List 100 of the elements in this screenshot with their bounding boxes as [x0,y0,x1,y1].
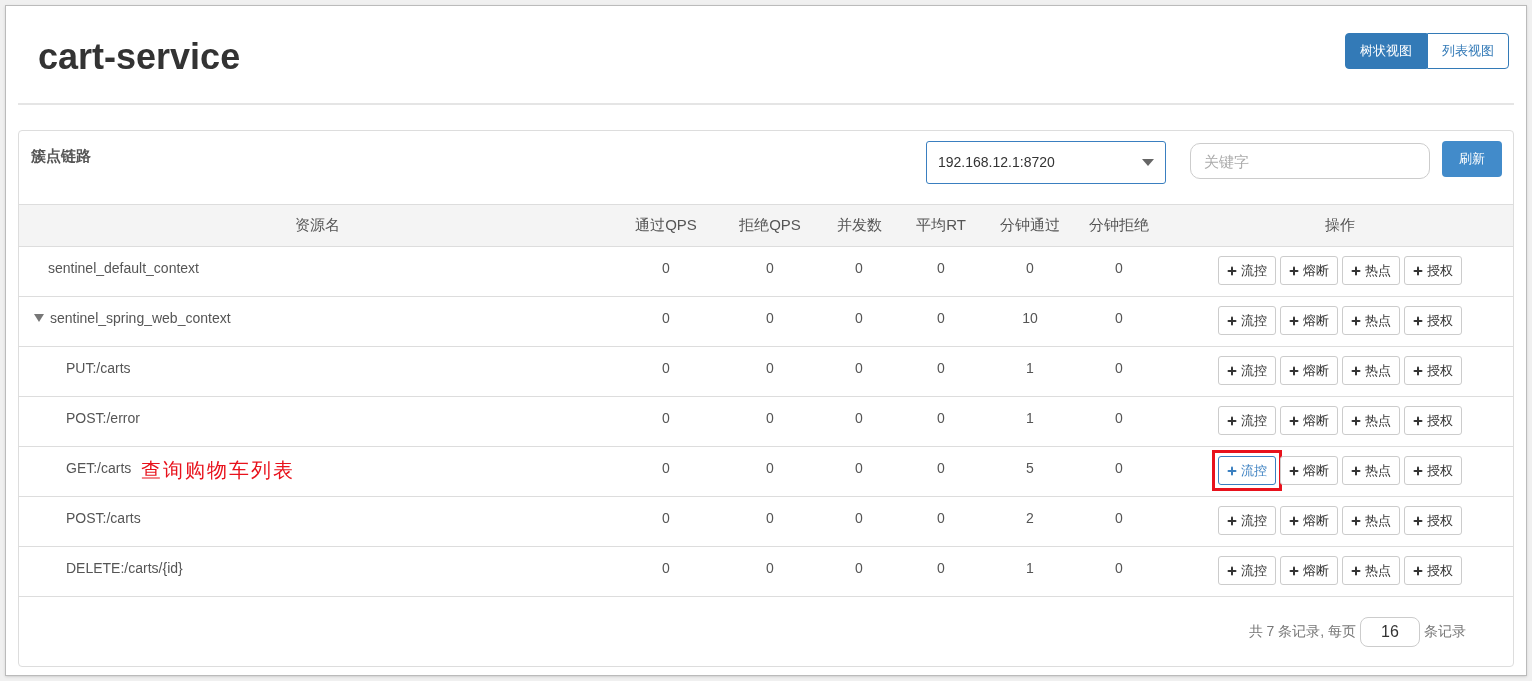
plus-icon [1412,514,1424,527]
metric-value: 0 [937,359,945,378]
metric-value: 0 [1115,409,1123,428]
metric-value: 0 [855,309,863,328]
metric-value: 2 [1026,509,1034,528]
metric-value: 0 [766,509,774,528]
action-button[interactable]: 流控 [1217,306,1276,335]
metric-value: 0 [766,459,774,478]
action-button[interactable]: 热点 [1341,256,1400,285]
action-button[interactable]: 授权 [1403,456,1462,485]
plus-icon [1350,464,1362,477]
action-button[interactable]: 授权 [1403,406,1462,435]
plus-icon [1226,464,1238,477]
metric-value: 0 [937,409,945,428]
page-size-field[interactable]: 16 [1360,616,1420,647]
action-button[interactable]: 热点 [1341,456,1400,485]
plus-icon [1288,314,1300,327]
column-header: 分钟通过 [1000,215,1060,236]
metric-value: 0 [662,559,670,578]
action-button[interactable]: 熔断 [1279,456,1338,485]
plus-icon [1412,464,1424,477]
action-button[interactable]: 熔断 [1279,506,1338,535]
action-button[interactable]: 热点 [1341,356,1400,385]
metric-value: 0 [662,259,670,278]
metric-value: 0 [662,359,670,378]
metric-value: 0 [1115,509,1123,528]
metric-value: 1 [1026,409,1034,428]
resource-name: sentinel_spring_web_context [50,309,231,328]
plus-icon [1350,414,1362,427]
plus-icon [1350,564,1362,577]
metric-value: 0 [855,359,863,378]
action-button[interactable]: 热点 [1341,556,1400,585]
action-button[interactable]: 流控 [1217,406,1276,435]
plus-icon [1288,564,1300,577]
metric-value: 0 [855,409,863,428]
plus-icon [1288,464,1300,477]
plus-icon [1288,414,1300,427]
plus-icon [1350,364,1362,377]
plus-icon [1350,514,1362,527]
action-button[interactable]: 流控 [1217,456,1276,485]
view-tab[interactable]: 树状视图 [1345,32,1427,69]
plus-icon [1288,264,1300,277]
action-button[interactable]: 流控 [1217,556,1276,585]
metric-value: 0 [855,259,863,278]
metric-value: 0 [766,359,774,378]
page-title: cart-service [38,34,241,79]
action-button[interactable]: 授权 [1403,306,1462,335]
action-button[interactable]: 熔断 [1279,556,1338,585]
metric-value: 0 [1115,559,1123,578]
column-header: 资源名 [295,215,340,236]
metric-value: 0 [937,259,945,278]
metric-value: 0 [766,259,774,278]
column-header: 平均RT [916,215,966,236]
column-header: 通过QPS [635,215,697,236]
action-button[interactable]: 授权 [1403,356,1462,385]
action-button[interactable]: 流控 [1217,256,1276,285]
action-button[interactable]: 熔断 [1279,256,1338,285]
action-button[interactable]: 热点 [1341,406,1400,435]
machine-select[interactable]: 192.168.12.1:8720 [926,141,1166,184]
view-tab[interactable]: 列表视图 [1427,32,1509,69]
action-button[interactable]: 授权 [1403,506,1462,535]
action-button[interactable]: 熔断 [1279,306,1338,335]
resource-name: PUT:/carts [66,359,131,378]
plus-icon [1288,364,1300,377]
action-button[interactable]: 授权 [1403,556,1462,585]
metric-value: 0 [1115,359,1123,378]
metric-value: 0 [855,509,863,528]
record-suffix-text: 条记录 [1424,622,1466,641]
metric-value: 0 [937,509,945,528]
action-button[interactable]: 流控 [1217,506,1276,535]
action-button[interactable]: 热点 [1341,306,1400,335]
metric-value: 5 [1026,459,1034,478]
keyword-search-field[interactable]: 关键字 [1190,143,1430,179]
metric-value: 10 [1022,309,1038,328]
plus-icon [1288,514,1300,527]
plus-icon [1412,564,1424,577]
resource-name: POST:/carts [66,509,141,528]
plus-icon [1226,364,1238,377]
action-button[interactable]: 熔断 [1279,406,1338,435]
refresh-button[interactable]: 刷新 [1442,141,1502,177]
action-button[interactable]: 流控 [1217,356,1276,385]
action-button[interactable]: 熔断 [1279,356,1338,385]
metric-value: 0 [662,409,670,428]
metric-value: 0 [766,559,774,578]
column-header: 操作 [1324,215,1355,236]
metric-value: 0 [662,459,670,478]
plus-icon [1412,414,1424,427]
metric-value: 0 [855,559,863,578]
metric-value: 0 [1115,459,1123,478]
metric-value: 0 [937,559,945,578]
expanded-caret-icon[interactable] [34,314,44,322]
metric-value: 0 [1115,259,1123,278]
column-header: 拒绝QPS [739,215,801,236]
panel-title: 簇点链路 [31,146,91,166]
metric-value: 0 [662,309,670,328]
plus-icon [1226,264,1238,277]
action-button[interactable]: 热点 [1341,506,1400,535]
column-header: 分钟拒绝 [1089,215,1149,236]
metric-value: 0 [937,309,945,328]
action-button[interactable]: 授权 [1403,256,1462,285]
